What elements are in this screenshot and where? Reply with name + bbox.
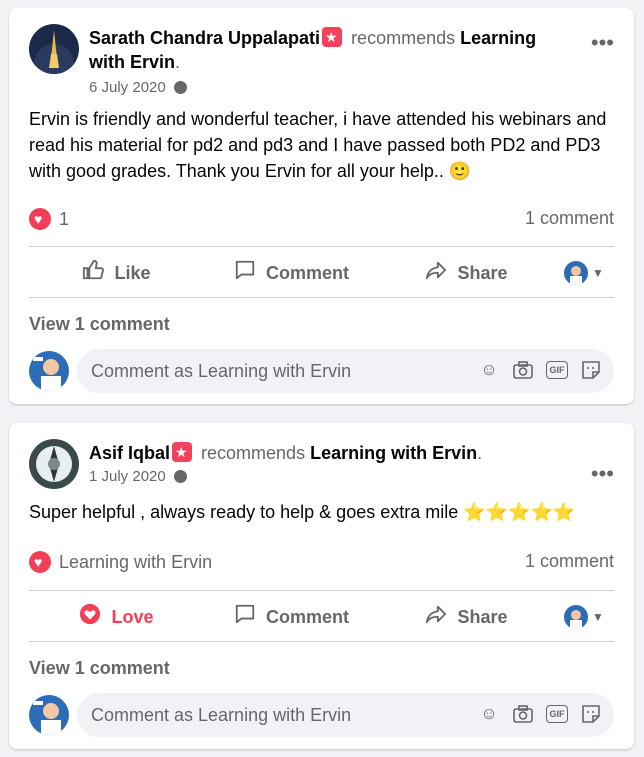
post-headline: Sarath Chandra Uppalapati recommends Lea… (89, 26, 569, 74)
heart-reaction-icon[interactable] (29, 551, 51, 573)
comment-placeholder: Comment as Learning with Ervin (91, 360, 352, 381)
emoji-icon[interactable]: ☺ (478, 703, 500, 725)
post-header: Sarath Chandra Uppalapati recommends Lea… (29, 24, 614, 96)
emoji-icon[interactable]: ☺ (478, 359, 500, 381)
gif-icon[interactable]: GIF (546, 361, 568, 379)
chevron-down-icon: ▼ (592, 266, 604, 280)
author-name[interactable]: Asif Iqbal (89, 443, 170, 463)
comment-button[interactable]: Comment (204, 595, 379, 639)
comment-composer: Comment as Learning with Ervin ☺ GIF (29, 693, 614, 737)
divider (29, 297, 614, 298)
share-label: Share (457, 262, 508, 283)
page-avatar (564, 261, 589, 285)
divider (29, 246, 614, 247)
camera-icon[interactable] (512, 359, 534, 381)
commenter-avatar[interactable] (29, 695, 69, 735)
post-text: Super helpful , always ready to help & g… (29, 502, 459, 522)
reaction-row: Learning with Ervin 1 comment (29, 551, 614, 581)
recommend-badge-icon (172, 442, 193, 462)
post-card: Asif Iqbal recommends Learning with Ervi… (9, 423, 634, 749)
page-name[interactable]: Learning with Ervin (310, 443, 477, 463)
camera-icon[interactable] (512, 703, 534, 725)
comment-label: Comment (265, 606, 349, 627)
divider (29, 641, 614, 642)
love-label: Love (111, 606, 154, 627)
reaction-by[interactable]: Learning with Ervin (59, 552, 212, 572)
action-bar: Like Comment Share ▼ (29, 248, 614, 298)
view-comments-link[interactable]: View 1 comment (29, 314, 170, 335)
globe-icon (173, 470, 187, 483)
comment-icon (234, 259, 256, 287)
star-emojis: ⭐⭐⭐⭐⭐ (463, 502, 576, 522)
author-avatar[interactable] (29, 24, 79, 74)
comment-input[interactable]: Comment as Learning with Ervin ☺ GIF (77, 349, 614, 393)
comment-button[interactable]: Comment (204, 251, 379, 295)
post-date[interactable]: 6 July 2020 (89, 79, 166, 96)
chevron-down-icon: ▼ (592, 610, 604, 624)
divider (29, 590, 614, 591)
gif-icon[interactable]: GIF (546, 705, 568, 723)
recommends-label: recommends (201, 443, 306, 463)
post-header: Asif Iqbal recommends Learning with Ervi… (29, 439, 614, 499)
share-button[interactable]: Share (379, 251, 554, 295)
heart-reaction-icon[interactable] (29, 208, 51, 230)
page-avatar (564, 605, 589, 629)
share-icon (425, 259, 447, 287)
post-meta: 6 July 2020 (89, 78, 187, 98)
recommend-badge-icon (322, 27, 343, 47)
post-body: Super helpful , always ready to help & g… (29, 499, 614, 525)
composer-icons: ☺ GIF (478, 703, 602, 725)
comment-input[interactable]: Comment as Learning with Ervin ☺ GIF (77, 693, 614, 737)
comment-label: Comment (265, 262, 349, 283)
post-meta: 1 July 2020 (89, 467, 187, 487)
reaction-count[interactable]: 1 (59, 209, 69, 229)
comment-composer: Comment as Learning with Ervin ☺ GIF (29, 349, 614, 393)
comment-placeholder: Comment as Learning with Ervin (91, 704, 352, 725)
post-body: Ervin is friendly and wonderful teacher,… (29, 106, 614, 184)
action-bar: Love Comment Share ▼ (29, 592, 614, 642)
comment-icon (234, 603, 256, 631)
more-icon[interactable]: ••• (591, 32, 614, 54)
reaction-identity-selector[interactable]: ▼ (554, 605, 614, 629)
reaction-identity-selector[interactable]: ▼ (554, 261, 614, 285)
post-headline: Asif Iqbal recommends Learning with Ervi… (89, 441, 569, 465)
commenter-avatar[interactable] (29, 351, 69, 391)
post-date[interactable]: 1 July 2020 (89, 468, 166, 485)
love-button[interactable]: Love (29, 595, 204, 639)
like-label: Like (114, 262, 151, 283)
love-icon (79, 603, 101, 631)
like-button[interactable]: Like (29, 251, 204, 295)
author-avatar[interactable] (29, 439, 79, 489)
sticker-icon[interactable] (580, 703, 602, 725)
recommends-label: recommends (351, 28, 456, 48)
more-icon[interactable]: ••• (591, 463, 614, 485)
comment-count[interactable]: 1 comment (525, 551, 614, 572)
post-text: Ervin is friendly and wonderful teacher,… (29, 109, 607, 181)
smile-emoji: 🙂 (448, 161, 472, 181)
reaction-row: 1 1 comment (29, 208, 614, 238)
sticker-icon[interactable] (580, 359, 602, 381)
composer-icons: ☺ GIF (478, 359, 602, 381)
share-label: Share (457, 606, 508, 627)
like-icon (82, 259, 105, 287)
post-card: Sarath Chandra Uppalapati recommends Lea… (9, 8, 634, 404)
view-comments-link[interactable]: View 1 comment (29, 658, 170, 679)
globe-icon (173, 81, 187, 94)
author-name[interactable]: Sarath Chandra Uppalapati (89, 28, 320, 48)
comment-count[interactable]: 1 comment (525, 208, 614, 229)
share-icon (425, 603, 447, 631)
share-button[interactable]: Share (379, 595, 554, 639)
